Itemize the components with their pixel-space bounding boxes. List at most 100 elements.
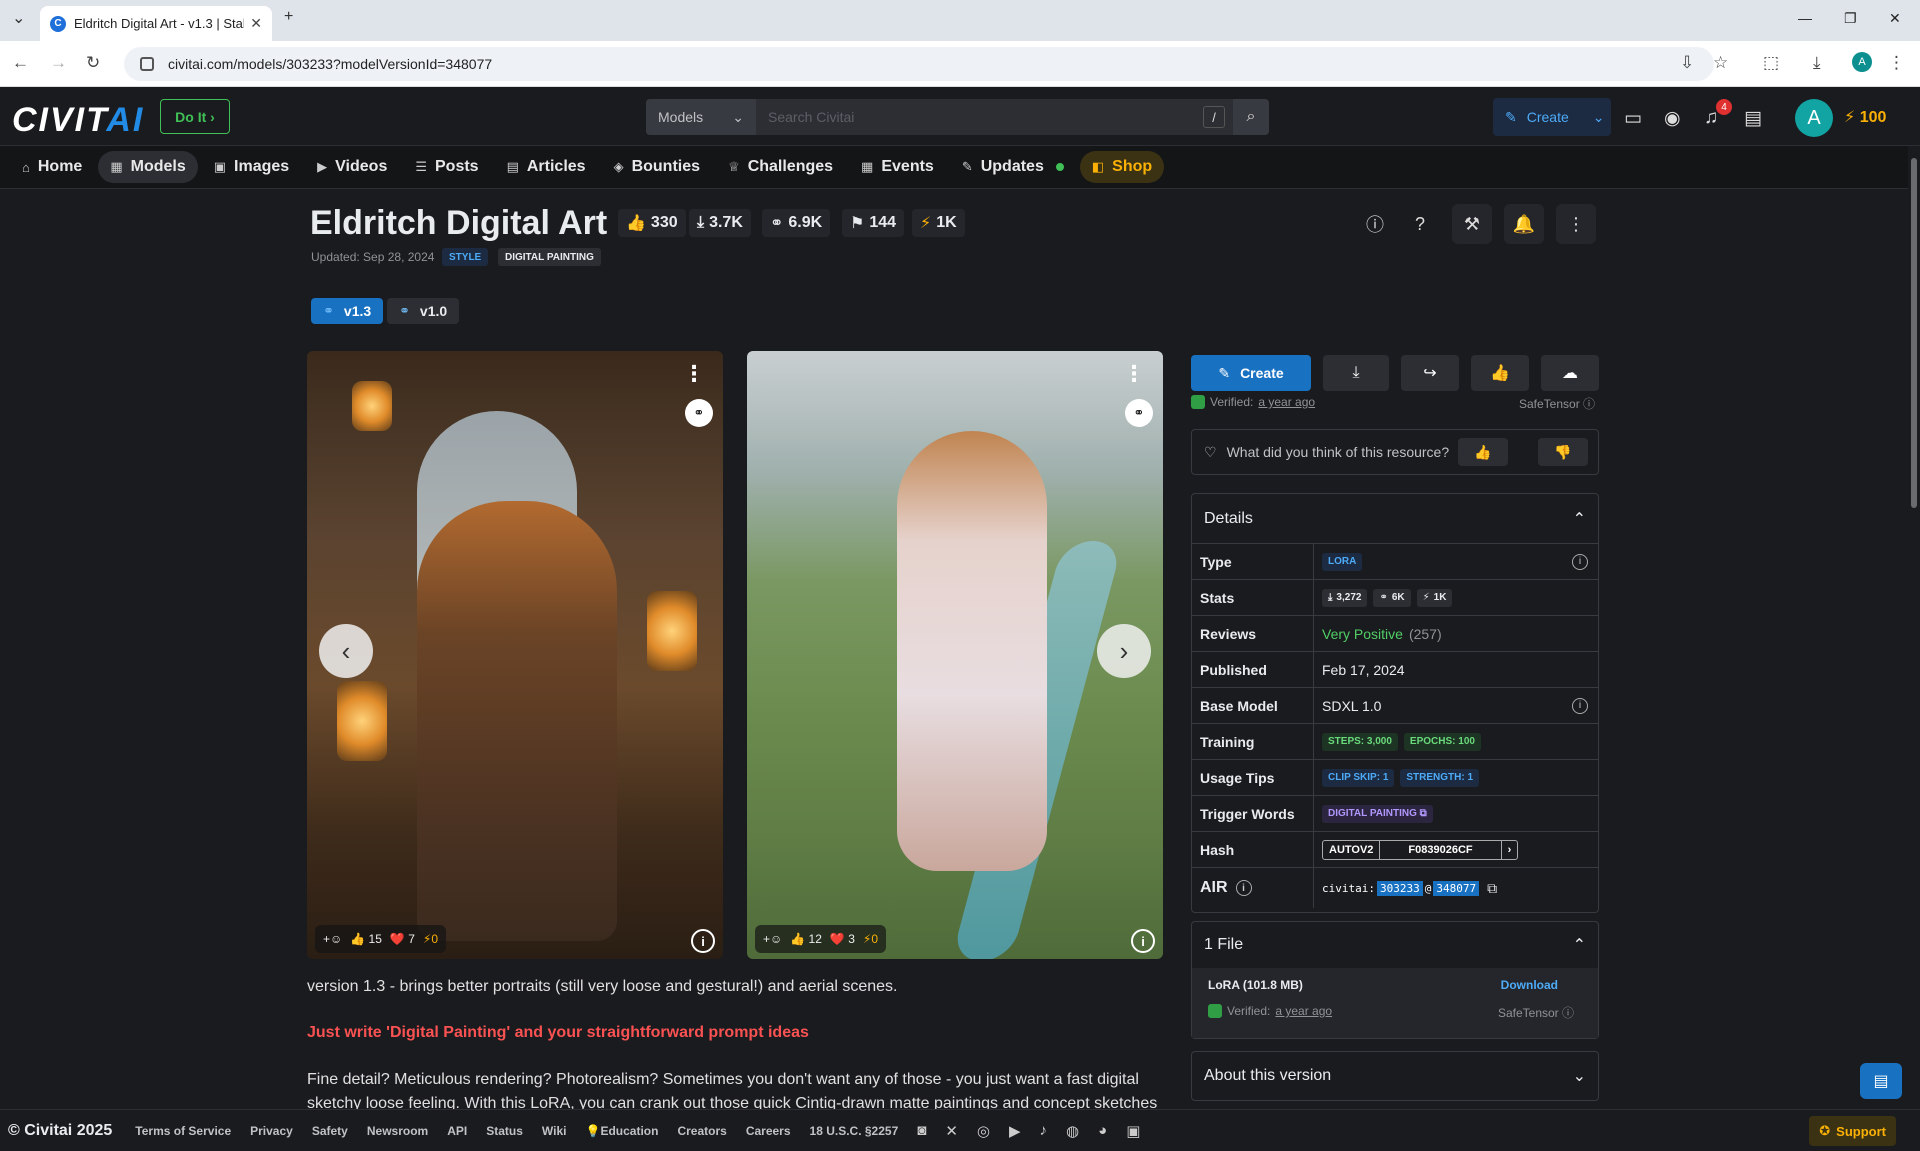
user-avatar[interactable]: A	[1795, 99, 1833, 137]
footer-link-status[interactable]: Status	[486, 1124, 523, 1138]
footer-link-terms[interactable]: Terms of Service	[135, 1124, 231, 1138]
verified-time[interactable]: a year ago	[1275, 1004, 1332, 1018]
about-version-panel[interactable]: About this version ⌄	[1191, 1051, 1599, 1101]
do-it-button[interactable]: Do It ›	[160, 99, 230, 134]
forward-icon[interactable]: →	[50, 53, 67, 73]
info-icon[interactable]: ⓘ	[1355, 204, 1395, 244]
version-v1-3[interactable]: ⚭ v1.3	[311, 298, 384, 324]
file-download-link[interactable]: Download	[1501, 978, 1558, 992]
browser-tab[interactable]: C Eldritch Digital Art - v1.3 | Stabl ✕	[40, 6, 272, 41]
nav-shop[interactable]: ◧ Shop	[1079, 151, 1165, 183]
search-input[interactable]: Search Civitai	[756, 109, 1203, 125]
heart-reaction[interactable]: ❤️ 7	[390, 932, 415, 946]
moderate-icon[interactable]: ⚒	[1452, 204, 1492, 244]
air-identifier[interactable]: civitai: 303233 @348077	[1322, 880, 1481, 896]
x-icon[interactable]: ✕	[945, 1122, 958, 1140]
info-icon[interactable]: i	[1572, 697, 1588, 714]
footer-link-education[interactable]: 💡Education	[585, 1124, 658, 1138]
reviews-value[interactable]: Very Positive	[1322, 626, 1403, 642]
nav-challenges[interactable]: ♕ Challenges	[716, 151, 845, 183]
nav-events[interactable]: ▦ Events	[849, 151, 946, 183]
footer-link-newsroom[interactable]: Newsroom	[367, 1124, 428, 1138]
nav-videos[interactable]: ▶ Videos	[305, 151, 399, 183]
support-button[interactable]: ✪ Support	[1809, 1116, 1896, 1146]
new-tab-icon[interactable]: +	[284, 8, 293, 26]
nav-bounties[interactable]: ◈ Bounties	[602, 151, 712, 183]
reddit-icon[interactable]: ◍	[1066, 1122, 1079, 1140]
footer-link-creators[interactable]: Creators	[677, 1124, 726, 1138]
thumbs-down-button[interactable]: 👎	[1538, 438, 1588, 466]
thumbs-up-button[interactable]: 👍	[1458, 438, 1508, 466]
tag-digital-painting[interactable]: DIGITAL PAINTING	[498, 248, 601, 266]
close-window-icon[interactable]: ✕	[1889, 10, 1901, 27]
site-info-icon[interactable]	[140, 57, 154, 71]
footer-link-safety[interactable]: Safety	[312, 1124, 348, 1138]
scroll-thumb[interactable]	[1911, 158, 1917, 508]
page-scrollbar[interactable]	[1908, 146, 1920, 1109]
version-v1-0[interactable]: ⚭ v1.0	[387, 298, 460, 324]
gallery-image-woman[interactable]: ⋮ ⚭ › +☺ 👍 12 ❤️ 3 ⚡0 i	[747, 351, 1163, 959]
reload-icon[interactable]: ↻	[86, 53, 100, 73]
footer-link-api[interactable]: API	[447, 1124, 467, 1138]
nav-posts[interactable]: ☰ Posts	[403, 151, 490, 183]
browser-profile-avatar[interactable]: A	[1852, 52, 1872, 72]
twitch-icon[interactable]: ▣	[1126, 1122, 1140, 1140]
help-icon[interactable]: ?	[1400, 204, 1440, 244]
files-header[interactable]: 1 File ⌃	[1192, 922, 1598, 968]
downloads-icon[interactable]: ⤓	[1813, 53, 1821, 73]
footer-link-privacy[interactable]: Privacy	[250, 1124, 293, 1138]
nav-home[interactable]: ⌂ Home	[10, 151, 94, 183]
footer-link-wiki[interactable]: Wiki	[542, 1124, 567, 1138]
details-header[interactable]: Details ⌃	[1192, 494, 1598, 544]
chevron-right-icon[interactable]: ›	[1502, 841, 1518, 859]
download-button[interactable]: ⤓	[1323, 355, 1389, 391]
like-reaction[interactable]: 👍 15	[350, 932, 382, 946]
instagram-icon[interactable]: ◎	[977, 1122, 990, 1140]
hash-box[interactable]: AUTOV2 F0839026CF ›	[1322, 839, 1519, 860]
github-icon[interactable]: ◕	[1098, 1122, 1107, 1139]
eye-icon[interactable]: ◉	[1664, 107, 1681, 130]
like-button[interactable]: 👍	[1471, 355, 1529, 391]
nav-images[interactable]: ▣ Images	[202, 151, 301, 183]
remix-link-icon[interactable]: ⚭	[1125, 399, 1153, 427]
tiktok-icon[interactable]: ♪	[1040, 1122, 1048, 1139]
youtube-icon[interactable]: ▶	[1009, 1122, 1021, 1140]
buzz-reaction[interactable]: ⚡0	[423, 932, 438, 946]
tab-search-icon[interactable]: ⌄	[12, 8, 25, 28]
verified-time[interactable]: a year ago	[1258, 395, 1315, 409]
bookmark-star-icon[interactable]: ☆	[1713, 53, 1728, 73]
chevron-down-icon[interactable]: ⌄	[1593, 109, 1605, 126]
search-icon[interactable]: ⌕	[1233, 99, 1269, 135]
chrome-menu-icon[interactable]: ⋮	[1888, 53, 1905, 73]
info-icon[interactable]: i	[1235, 880, 1252, 896]
prev-arrow-icon[interactable]: ‹	[319, 624, 373, 678]
footer-link-careers[interactable]: Careers	[746, 1124, 791, 1138]
info-icon[interactable]: i	[1572, 553, 1588, 570]
chat-icon[interactable]: ▤	[1744, 107, 1762, 130]
buzz-balance[interactable]: ⚡ 100	[1844, 107, 1886, 127]
nav-articles[interactable]: ▤ Articles	[495, 151, 598, 183]
cloud-button[interactable]: ☁	[1541, 355, 1599, 391]
extensions-icon[interactable]: ⬚	[1763, 53, 1779, 73]
monitor-icon[interactable]: ▭	[1624, 107, 1642, 130]
bell-plus-icon[interactable]: 🔔	[1504, 204, 1544, 244]
remix-link-icon[interactable]: ⚭	[685, 399, 713, 427]
image-info-icon[interactable]: i	[1131, 929, 1155, 953]
header-create-button[interactable]: ✎ Create ⌄	[1493, 98, 1611, 136]
buzz-reaction[interactable]: ⚡0	[863, 932, 878, 946]
next-arrow-icon[interactable]: ›	[1097, 624, 1151, 678]
image-menu-icon[interactable]: ⋮	[1123, 361, 1145, 387]
add-reaction-icon[interactable]: +☺	[323, 932, 342, 946]
share-button[interactable]: ↪	[1401, 355, 1459, 391]
add-reaction-icon[interactable]: +☺	[763, 932, 782, 946]
minimize-icon[interactable]: —	[1798, 10, 1812, 26]
footer-link-2257[interactable]: 18 U.S.C. §2257	[810, 1124, 899, 1138]
nav-models[interactable]: ▦ Models	[98, 151, 198, 183]
search-scope-select[interactable]: Models ⌄	[646, 99, 756, 135]
heart-reaction[interactable]: ❤️ 3	[830, 932, 855, 946]
nav-updates[interactable]: ✎ Updates	[950, 151, 1076, 183]
tag-style[interactable]: STYLE	[442, 248, 489, 266]
install-app-icon[interactable]: ⇩	[1680, 53, 1694, 73]
like-reaction[interactable]: 👍 12	[790, 932, 822, 946]
trigger-word-badge[interactable]: DIGITAL PAINTING ⧉	[1322, 804, 1433, 823]
